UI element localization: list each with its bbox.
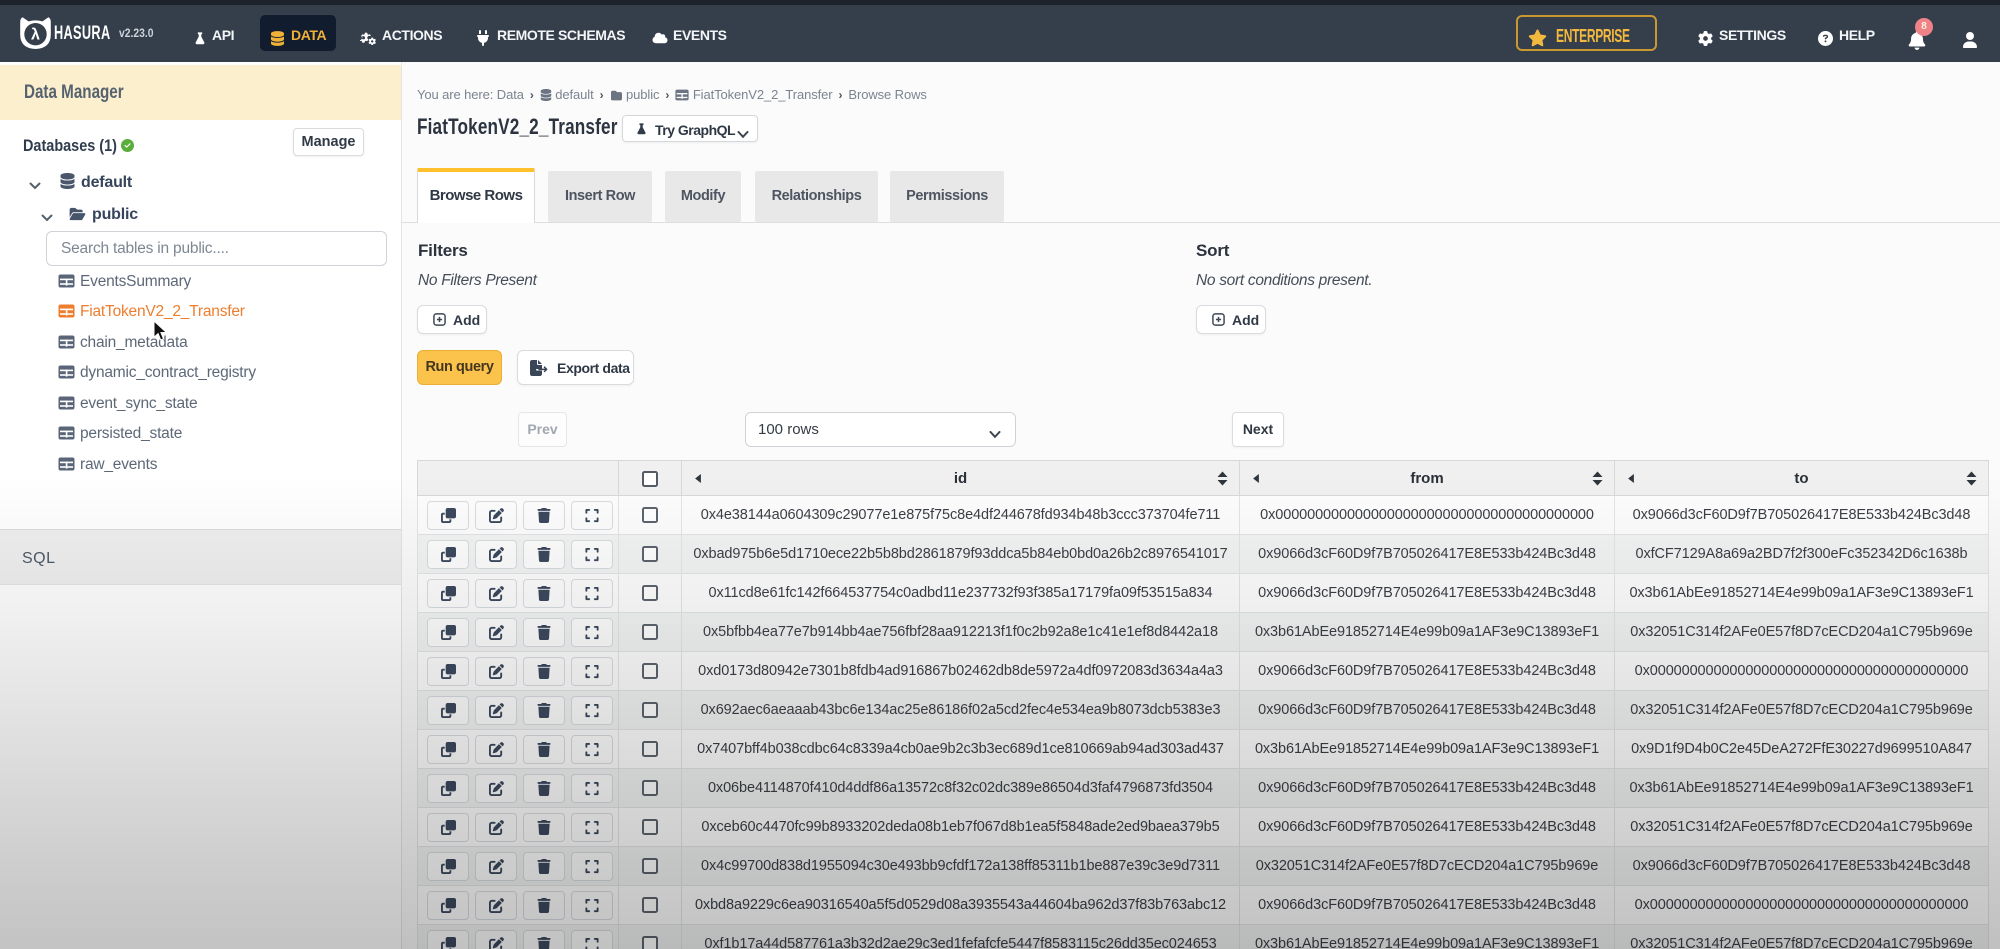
svg-text:λ: λ bbox=[31, 27, 40, 44]
